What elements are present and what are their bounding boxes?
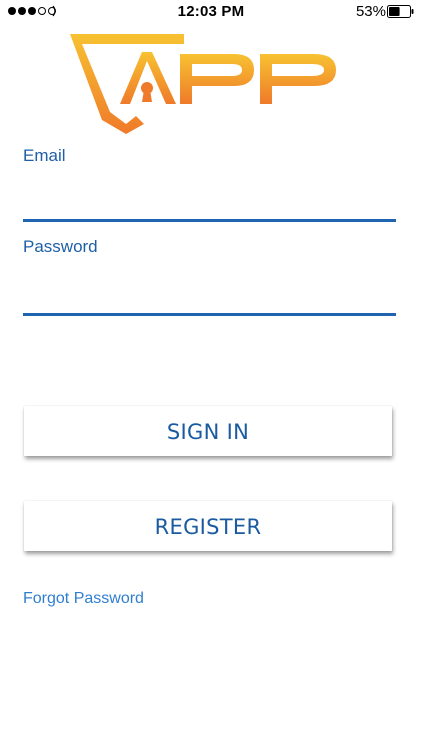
logo-letter-p: [180, 54, 254, 104]
app-logo: [70, 34, 336, 134]
email-field[interactable]: [23, 188, 396, 222]
sign-in-button[interactable]: SIGN IN: [24, 406, 392, 456]
battery-icon: [387, 5, 414, 18]
status-bar: 12:03 PM 53%: [0, 0, 422, 24]
logo-letter-p: [260, 54, 336, 104]
email-label: Email: [23, 146, 66, 165]
password-label: Password: [23, 237, 98, 256]
battery-percentage: 53%: [355, 3, 386, 20]
register-button[interactable]: REGISTER: [24, 501, 392, 551]
shield-icon: [70, 34, 184, 134]
forgot-password-link[interactable]: Forgot Password: [23, 590, 144, 608]
password-field[interactable]: [23, 282, 396, 316]
